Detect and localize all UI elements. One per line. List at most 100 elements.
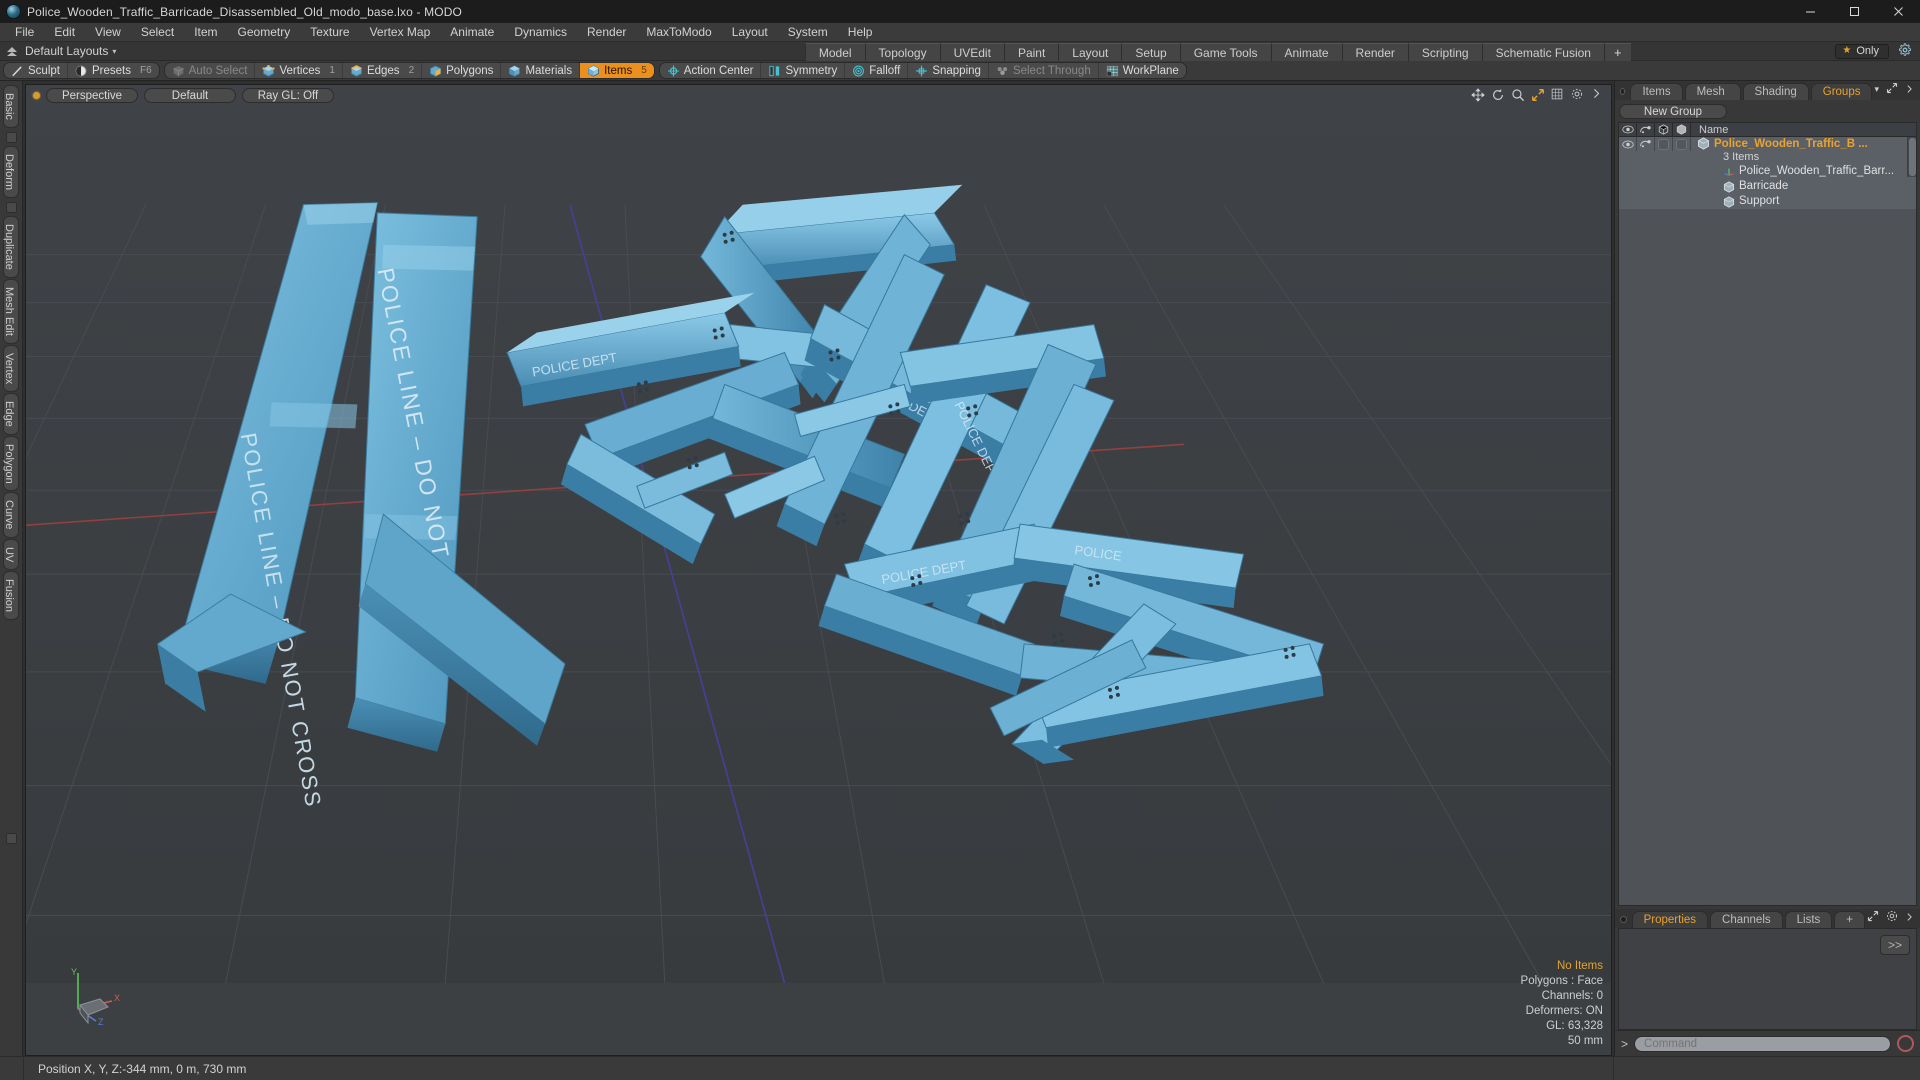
new-group-button[interactable]: New Group	[1619, 104, 1727, 119]
zoom-icon[interactable]	[1511, 88, 1525, 102]
menu-select[interactable]: Select	[131, 23, 184, 42]
snapping-button[interactable]: Snapping	[908, 63, 989, 78]
left-tab-edge[interactable]: Edge	[3, 392, 19, 435]
left-tab-mesh-edit[interactable]: Mesh Edit	[3, 278, 19, 344]
rtab-mesh[interactable]: Mesh ...	[1684, 83, 1741, 114]
menu-dynamics[interactable]: Dynamics	[504, 23, 577, 42]
tree-scrollbar[interactable]	[1907, 137, 1916, 177]
record-icon[interactable]	[1897, 1035, 1914, 1052]
row-eye-toggle[interactable]	[1619, 137, 1637, 151]
expand-icon[interactable]	[1591, 88, 1605, 102]
menu-geometry[interactable]: Geometry	[228, 23, 301, 42]
list-item[interactable]: Barricade	[1697, 179, 1907, 194]
group-row[interactable]: Police_Wooden_Traffic_B ...	[1697, 137, 1907, 150]
properties-menu-dot[interactable]	[1620, 916, 1627, 923]
menu-vertex-map[interactable]: Vertex Map	[360, 23, 441, 42]
rtab-groups[interactable]: Groups	[1810, 83, 1873, 100]
collapse-arrow-icon[interactable]	[6, 46, 17, 57]
tab-layout[interactable]: Layout	[1058, 42, 1122, 61]
grid-icon[interactable]	[1551, 88, 1565, 102]
ptab-lists[interactable]: Lists	[1784, 911, 1833, 928]
minimize-icon[interactable]	[1788, 0, 1832, 23]
tab-overflow-icon[interactable]: ▾	[1874, 84, 1879, 95]
tab-scripting[interactable]: Scripting	[1407, 42, 1482, 61]
eye-icon[interactable]	[1619, 122, 1637, 137]
menu-help[interactable]: Help	[838, 23, 883, 42]
tab-model[interactable]: Model	[804, 42, 865, 61]
ptab-channels[interactable]: Channels	[1710, 911, 1783, 928]
auto-select-button[interactable]: Auto Select	[165, 63, 256, 78]
left-tab-fusion[interactable]: Fusion	[3, 571, 19, 621]
row-wire-toggle[interactable]	[1673, 137, 1691, 151]
action-center-button[interactable]: Action Center	[660, 63, 762, 78]
maximize-icon[interactable]	[1832, 0, 1876, 23]
tab-uvedit[interactable]: UVEdit	[939, 42, 1004, 61]
chevron-down-icon[interactable]: ▾	[112, 47, 116, 56]
menu-view[interactable]: View	[85, 23, 131, 42]
left-tab-polygon[interactable]: Polygon	[3, 435, 19, 492]
ptab-add[interactable]: +	[1834, 911, 1865, 928]
presets-button[interactable]: Presets F6	[68, 63, 159, 78]
row-shade-toggle[interactable]	[1655, 137, 1673, 151]
command-input[interactable]	[1634, 1035, 1891, 1052]
menu-edit[interactable]: Edit	[44, 23, 85, 42]
add-tab-button[interactable]: +	[1603, 42, 1631, 61]
move-icon[interactable]	[1471, 88, 1485, 102]
left-tab-basic[interactable]: Basic	[3, 85, 19, 128]
rtab-items[interactable]: Items	[1630, 83, 1683, 100]
symmetry-button[interactable]: Symmetry	[761, 63, 846, 78]
left-tab-curve[interactable]: Curve	[3, 492, 19, 538]
tab-setup[interactable]: Setup	[1121, 42, 1180, 61]
fit-icon[interactable]	[1531, 88, 1545, 102]
vertices-button[interactable]: Vertices 1	[255, 63, 343, 78]
edges-button[interactable]: Edges 2	[343, 63, 423, 78]
panel-expand-icon[interactable]	[1886, 82, 1898, 97]
wire-icon[interactable]	[1673, 122, 1691, 137]
tab-paint[interactable]: Paint	[1003, 42, 1059, 61]
row-render-toggle[interactable]	[1637, 137, 1655, 151]
viewport-shading[interactable]: Default	[144, 87, 236, 103]
menu-texture[interactable]: Texture	[300, 23, 359, 42]
properties-expand-button[interactable]: >>	[1880, 935, 1910, 955]
items-button[interactable]: Items 5	[580, 63, 654, 78]
sculpt-button[interactable]: Sculpt	[4, 63, 68, 78]
menu-animate[interactable]: Animate	[440, 23, 504, 42]
menu-item[interactable]: Item	[184, 23, 227, 42]
viewport-raygl[interactable]: Ray GL: Off	[242, 87, 334, 103]
left-tab-deform[interactable]: Deform	[3, 145, 19, 198]
properties-chevron-right-icon[interactable]	[1905, 911, 1914, 925]
left-tab-vertex[interactable]: Vertex	[3, 344, 19, 392]
ptab-properties[interactable]: Properties	[1631, 911, 1709, 928]
rtab-shading[interactable]: Shading	[1742, 83, 1809, 100]
settings-icon[interactable]	[1571, 88, 1585, 102]
left-tab-uv[interactable]: UV	[3, 538, 19, 571]
table-row[interactable]: Police_Wooden_Traffic_B ... 3 Items Poli…	[1619, 137, 1916, 209]
materials-button[interactable]: Materials	[501, 63, 581, 78]
list-item[interactable]: Support	[1697, 194, 1907, 209]
left-tab-duplicate[interactable]: Duplicate	[3, 215, 19, 278]
tab-render[interactable]: Render	[1341, 42, 1408, 61]
shade-icon[interactable]	[1655, 122, 1673, 137]
gear-icon[interactable]	[1898, 43, 1912, 59]
viewport-view-mode[interactable]: Perspective	[46, 87, 138, 103]
list-item[interactable]: Police_Wooden_Traffic_Barr...	[1697, 164, 1907, 179]
render-icon[interactable]	[1637, 122, 1655, 137]
menu-system[interactable]: System	[778, 23, 838, 42]
tab-schematic-fusion[interactable]: Schematic Fusion	[1481, 42, 1604, 61]
menu-layout[interactable]: Layout	[722, 23, 778, 42]
properties-gear-icon[interactable]	[1886, 910, 1898, 925]
only-toggle-button[interactable]: ★ Only	[1835, 43, 1889, 59]
tab-animate[interactable]: Animate	[1270, 42, 1342, 61]
select-through-button[interactable]: Select Through	[989, 63, 1099, 78]
viewport-menu-dot[interactable]	[33, 91, 40, 99]
layout-selector[interactable]: Default Layouts ▾	[0, 44, 600, 58]
workplane-button[interactable]: WorkPlane	[1099, 63, 1186, 78]
close-icon[interactable]	[1876, 0, 1920, 23]
menu-render[interactable]: Render	[577, 23, 636, 42]
tab-topology[interactable]: Topology	[864, 42, 940, 61]
left-panel-handle[interactable]	[5, 833, 17, 845]
menu-file[interactable]: File	[5, 23, 44, 42]
right-panel-menu-dot[interactable]	[1620, 88, 1626, 95]
falloff-button[interactable]: Falloff	[845, 63, 909, 78]
polygons-button[interactable]: Polygons	[422, 63, 502, 78]
